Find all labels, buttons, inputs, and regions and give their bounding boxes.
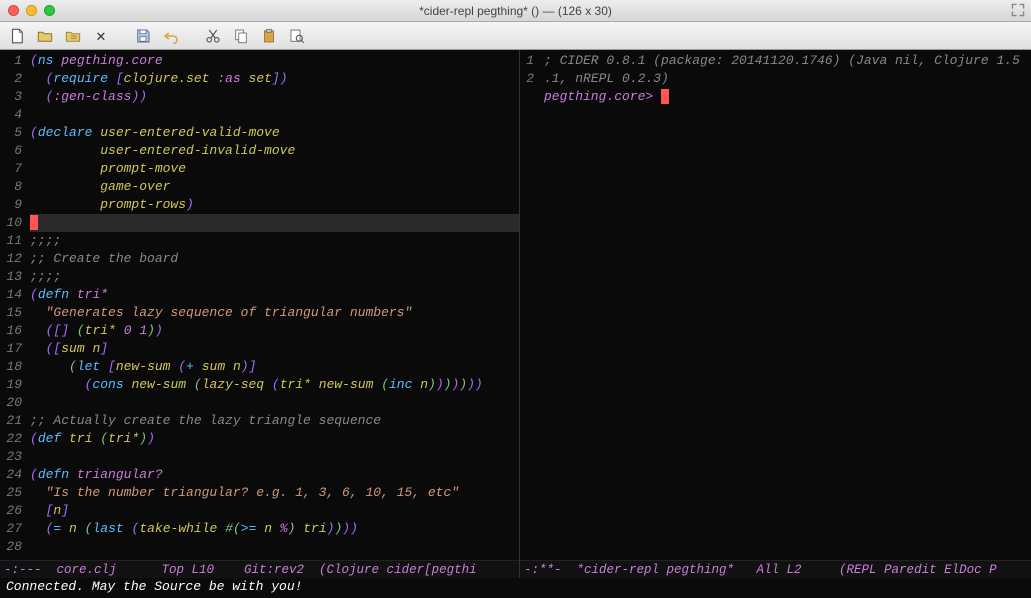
new-file-icon[interactable] <box>6 25 28 47</box>
copy-icon[interactable] <box>230 25 252 47</box>
editor-area: 1 2 3 4 5 6 7 8 9 10 11 12 13 14 15 16 1… <box>0 50 1031 578</box>
save-as-icon[interactable] <box>62 25 84 47</box>
zoom-window-button[interactable] <box>44 5 55 16</box>
minibuffer-message: Connected. May the Source be with you! <box>6 579 302 594</box>
traffic-lights <box>8 5 55 16</box>
repl-content[interactable]: ; CIDER 0.8.1 (package: 20141120.1746) (… <box>540 50 1024 560</box>
repl-pane: 1 2 ; CIDER 0.8.1 (package: 20141120.174… <box>520 50 1031 578</box>
left-modeline: -:--- core.clj Top L10 Git:rev2 (Clojure… <box>0 560 519 578</box>
open-file-icon[interactable] <box>34 25 56 47</box>
window-title: *cider-repl pegthing* () — (126 x 30) <box>0 4 1031 18</box>
source-buffer[interactable]: 1 2 3 4 5 6 7 8 9 10 11 12 13 14 15 16 1… <box>0 50 519 560</box>
repl-prompt: pegthing.core> <box>544 89 661 104</box>
source-pane: 1 2 3 4 5 6 7 8 9 10 11 12 13 14 15 16 1… <box>0 50 520 578</box>
repl-banner-2: .1, nREPL 0.2.3) <box>544 71 669 86</box>
minibuffer[interactable]: Connected. May the Source be with you! <box>0 578 1031 598</box>
repl-buffer[interactable]: 1 2 ; CIDER 0.8.1 (package: 20141120.174… <box>520 50 1031 560</box>
toolbar: ✕ <box>0 22 1031 50</box>
minimize-window-button[interactable] <box>26 5 37 16</box>
cut-icon[interactable] <box>202 25 224 47</box>
repl-gutter: 1 2 <box>520 50 540 560</box>
undo-icon[interactable] <box>160 25 182 47</box>
fullscreen-icon[interactable] <box>1011 3 1025 17</box>
close-window-button[interactable] <box>8 5 19 16</box>
window-titlebar: *cider-repl pegthing* () — (126 x 30) <box>0 0 1031 22</box>
save-icon[interactable] <box>132 25 154 47</box>
modeline-text: -:--- core.clj Top L10 Git:rev2 (Clojure… <box>4 563 477 577</box>
modeline-text: -:**- *cider-repl pegthing* All L2 (REPL… <box>524 563 997 577</box>
paste-icon[interactable] <box>258 25 280 47</box>
source-code[interactable]: (ns pegthing.core (require [clojure.set … <box>28 50 519 560</box>
repl-banner-1: ; CIDER 0.8.1 (package: 20141120.1746) (… <box>544 53 1020 68</box>
repl-cursor <box>661 89 669 104</box>
close-icon[interactable]: ✕ <box>90 25 112 47</box>
find-icon[interactable] <box>286 25 308 47</box>
right-modeline: -:**- *cider-repl pegthing* All L2 (REPL… <box>520 560 1031 578</box>
line-number-gutter: 1 2 3 4 5 6 7 8 9 10 11 12 13 14 15 16 1… <box>0 50 28 560</box>
